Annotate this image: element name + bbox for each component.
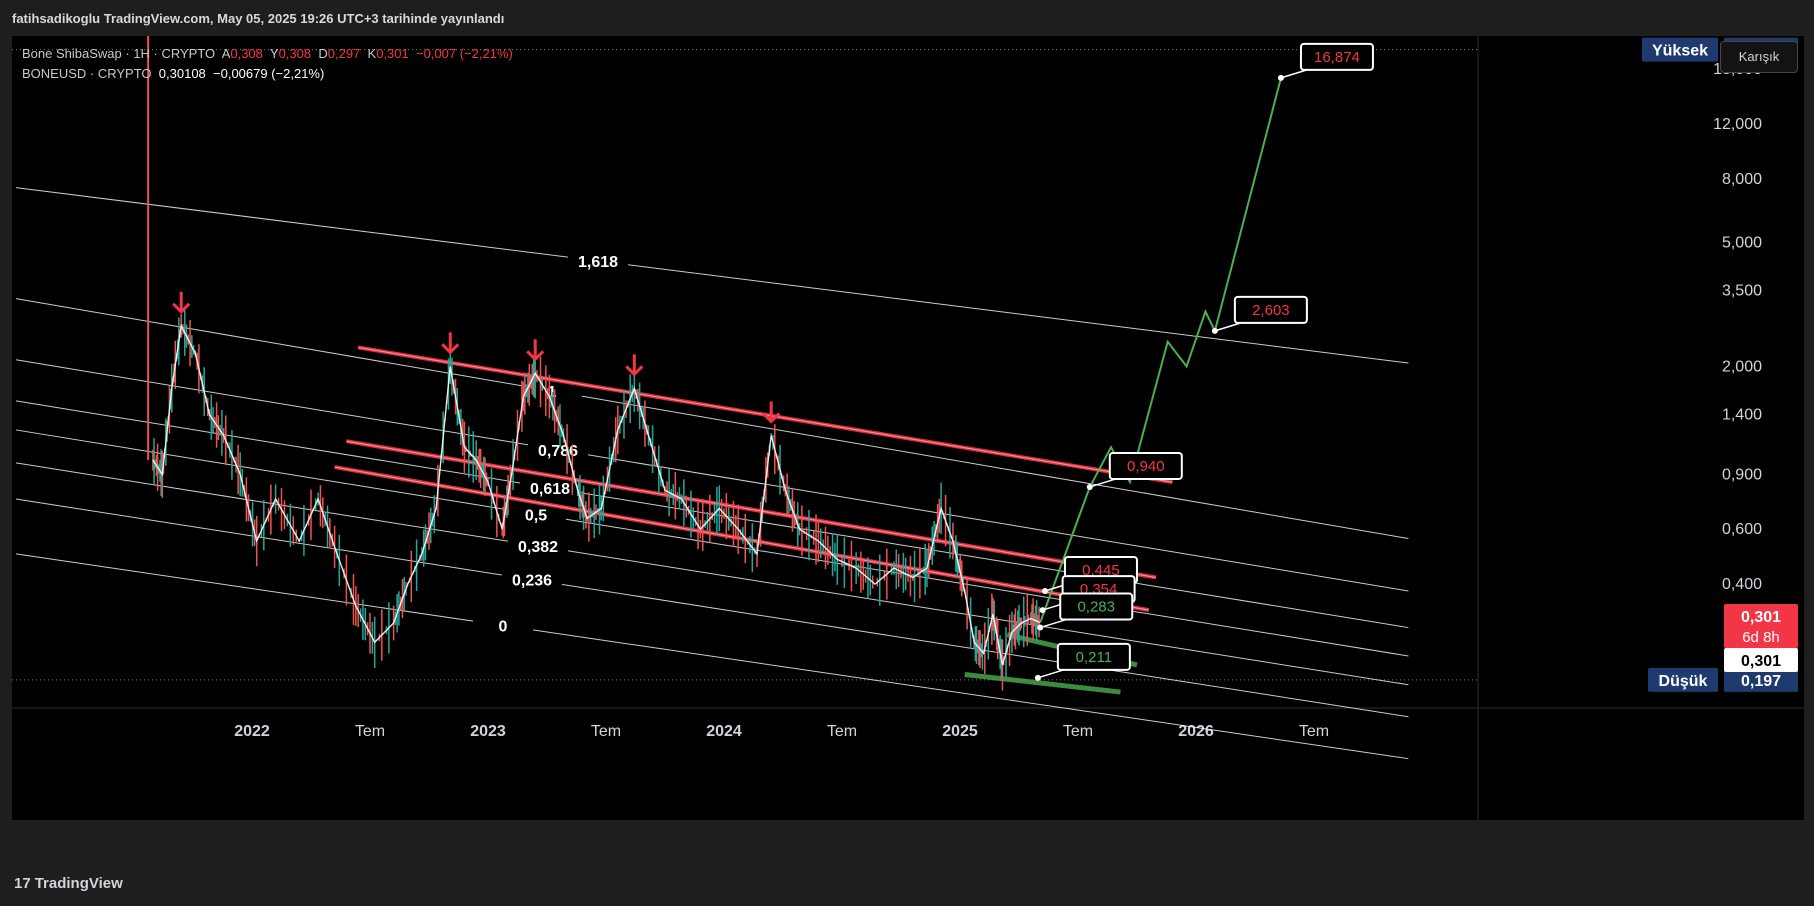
countdown-text: 6d 8h — [1742, 629, 1780, 646]
bottom-bar — [0, 820, 1814, 906]
x-tick-label: Tem — [1063, 723, 1093, 740]
target-pointer — [1037, 669, 1065, 679]
y-tick-label: 5,000 — [1722, 234, 1762, 251]
y-tick-label: 0,900 — [1722, 466, 1762, 483]
current-price-text: 0,301 — [1741, 609, 1781, 626]
x-tick-label: Tem — [1299, 723, 1329, 740]
fib-label: 0,618 — [530, 481, 570, 498]
price-axis-bg — [1478, 36, 1804, 820]
x-tick-label: Tem — [591, 723, 621, 740]
chart-canvas[interactable]: 2022Tem2023Tem2024Tem2025Tem2026Tem18,00… — [12, 36, 1804, 820]
legend-close-label: K — [367, 46, 377, 61]
fib-line — [15, 429, 1409, 657]
x-tick-label: 2023 — [470, 723, 506, 740]
target-callout-text: 16,874 — [1314, 49, 1360, 66]
legend-close: 0,301 — [376, 46, 409, 61]
chart-legend: Bone ShibaSwap · 1H · CRYPTO A0,308 Y0,3… — [22, 44, 513, 84]
legend-change-2: −0,00679 (−2,21%) — [213, 66, 325, 81]
red-channel-core — [346, 440, 1156, 578]
fib-label: 0,382 — [518, 539, 558, 556]
fib-label: 1,618 — [578, 254, 618, 271]
legend-symbol-2: BONEUSD · CRYPTO — [22, 66, 152, 81]
legend-low: 0,297 — [327, 46, 361, 61]
low-price-badge-text: 0,197 — [1741, 673, 1781, 690]
x-tick-label: 2024 — [706, 723, 742, 740]
red-channel-core — [334, 466, 1149, 611]
legend-change: −0,007 (−2,21%) — [415, 46, 513, 61]
fib-line — [15, 359, 1409, 592]
target-callout-text: 2,603 — [1252, 302, 1290, 319]
published-note: fatihsadikoglu TradingView.com, May 05, … — [12, 11, 505, 26]
y-tick-label: 1,400 — [1722, 407, 1762, 424]
legend-line-1: Bone ShibaSwap · 1H · CRYPTO A0,308 Y0,3… — [22, 44, 513, 64]
target-callout-text: 0,940 — [1127, 458, 1165, 475]
tradingview-logo-icon: 17 — [14, 875, 31, 892]
target-pointer — [1214, 322, 1242, 332]
fib-line — [15, 462, 1409, 686]
legend-line-2: BONEUSD · CRYPTO 0,30108 −0,00679 (−2,21… — [22, 64, 513, 84]
legend-low-label: D — [318, 46, 328, 61]
scale-mode-button[interactable]: Karışık — [1720, 41, 1798, 73]
last-price-badge-text: 0,301 — [1741, 653, 1781, 670]
x-tick-label: Tem — [827, 723, 857, 740]
x-tick-label: 2025 — [942, 723, 978, 740]
x-tick-label: 2022 — [234, 723, 270, 740]
y-tick-label: 0,600 — [1722, 521, 1762, 538]
y-tick-label: 3,500 — [1722, 283, 1762, 300]
high-label-badge-text: Yüksek — [1652, 43, 1708, 60]
y-tick-label: 12,000 — [1713, 116, 1762, 133]
legend-price: 0,30108 — [158, 66, 206, 81]
legend-high-label: Y — [269, 46, 279, 61]
x-tick-label: Tem — [355, 723, 385, 740]
target-pointer — [1040, 618, 1067, 629]
fib-label: 0,236 — [512, 573, 552, 590]
legend-open: 0,308 — [230, 46, 263, 61]
top-bar: fatihsadikoglu TradingView.com, May 05, … — [0, 0, 1814, 36]
y-tick-label: 8,000 — [1722, 171, 1762, 188]
fib-label: 0 — [499, 619, 508, 636]
legend-high: 0,308 — [278, 46, 312, 61]
y-tick-label: 0,400 — [1722, 576, 1762, 593]
target-pointer — [1280, 69, 1308, 79]
legend-symbol: Bone ShibaSwap · 1H · CRYPTO — [22, 46, 216, 61]
target-callout-text: 0,283 — [1077, 599, 1115, 616]
projection-line — [1039, 77, 1282, 623]
tradingview-brand: TradingView — [34, 875, 123, 892]
chart-frame[interactable]: 2022Tem2023Tem2024Tem2025Tem2026Tem18,00… — [12, 36, 1804, 820]
target-callout-text: 0,211 — [1076, 649, 1112, 666]
y-tick-label: 2,000 — [1722, 358, 1762, 375]
fib-label: 0,5 — [525, 507, 547, 524]
tradingview-logo[interactable]: 17 TradingView — [14, 875, 123, 892]
low-label-badge-text: Düşük — [1659, 673, 1708, 690]
fib-line — [15, 187, 1409, 364]
